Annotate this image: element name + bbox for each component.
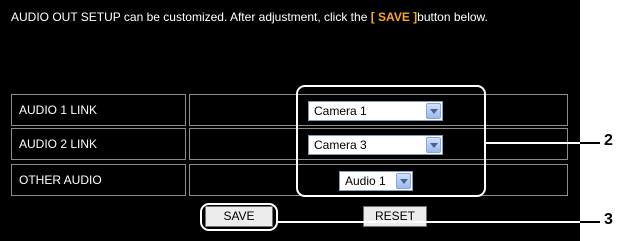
callout-2-leader-inner [486, 142, 580, 144]
instruction-text: AUDIO OUT SETUP can be customized. After… [11, 10, 571, 25]
callout-number-2: 2 [604, 132, 613, 149]
save-button-callout-box [200, 203, 278, 231]
reset-button[interactable]: RESET [363, 206, 427, 227]
instruction-save-highlight: [ SAVE ] [370, 10, 418, 24]
select-group-callout-box [296, 85, 486, 197]
callout-number-3: 3 [604, 211, 613, 228]
other-audio-label: OTHER AUDIO [11, 164, 186, 196]
instruction-text-end: button below. [417, 10, 488, 24]
instruction-text-start: AUDIO OUT SETUP can be customized. After… [11, 10, 371, 24]
callout-2-leader-outer [580, 142, 600, 144]
audio-2-link-label: AUDIO 2 LINK [11, 128, 186, 160]
callout-3-leader-inner [278, 221, 580, 223]
audio-1-link-label: AUDIO 1 LINK [11, 94, 186, 126]
audio-out-setup-panel: AUDIO OUT SETUP can be customized. After… [0, 0, 580, 241]
callout-3-leader-outer [580, 221, 600, 223]
